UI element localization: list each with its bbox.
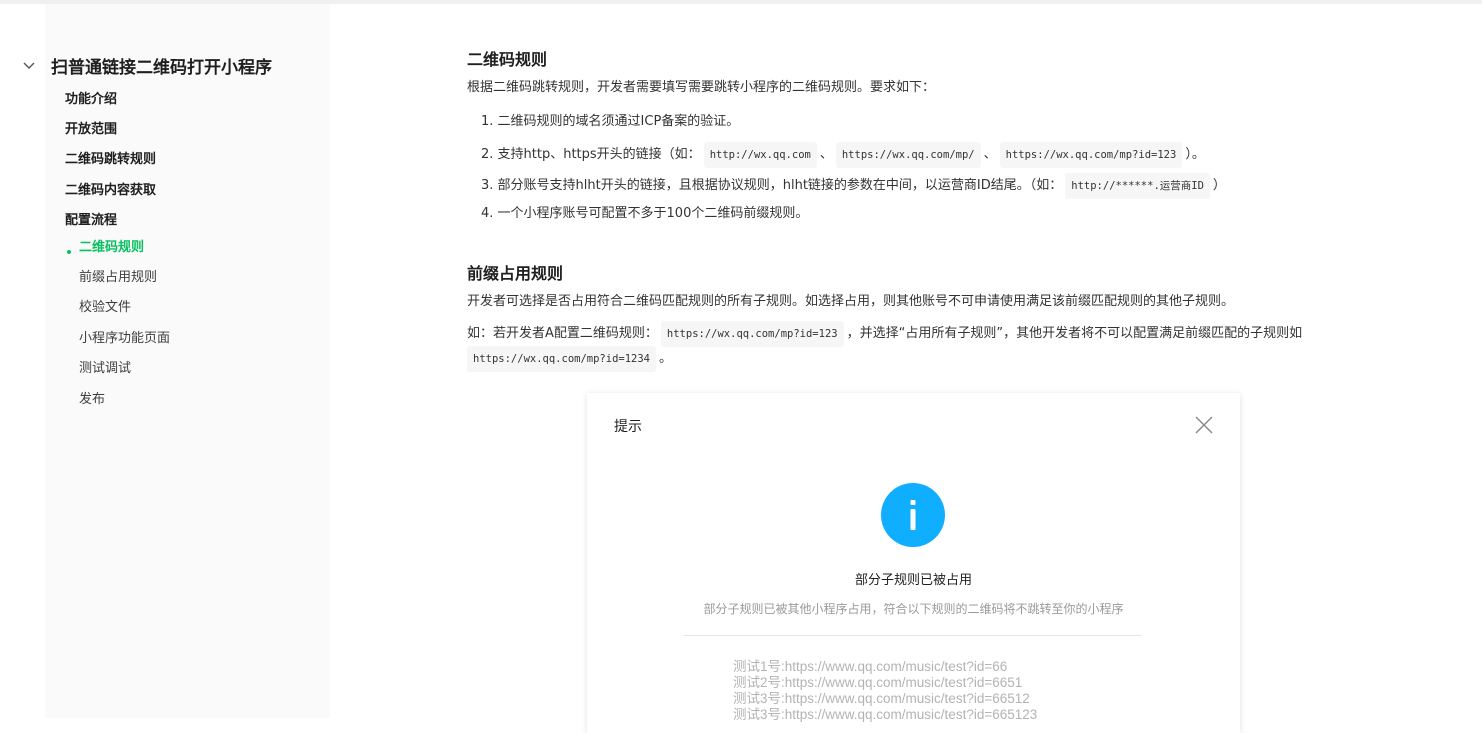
sidebar-item-prefix-rules[interactable]: 前缀占用规则 [79,270,157,286]
list-item: 测试2号:https://www.qq.com/music/test?id=66… [733,675,1023,690]
sidebar-item-miniapp-page[interactable]: 小程序功能页面 [79,331,170,347]
sidebar-item-redirect-rules[interactable]: 二维码跳转规则 [65,152,156,168]
code-snippet: https://wx.qq.com/mp/ [835,142,981,168]
chevron-down-icon[interactable] [22,59,36,73]
sidebar-item-publish[interactable]: 发布 [79,392,105,408]
prompt-dialog: 提示 部分子规则已被占用 部分子规则已被其他小程序占用，符合以下规则的二维码将不… [587,393,1240,733]
close-icon[interactable] [1194,415,1214,435]
toc-title[interactable]: 扫普通链接二维码打开小程序 [51,53,272,78]
sidebar-toc: 扫普通链接二维码打开小程序 功能介绍 开放范围 二维码跳转规则 二维码内容获取 … [0,4,330,718]
separator: 、 [819,147,833,162]
prefix-rules-para: 开发者可选择是否占用符合二维码匹配规则的所有子规则。如选择占用，则其他账号不可申… [467,294,1235,309]
info-icon [881,483,945,547]
sidebar-item-testing[interactable]: 测试调试 [79,361,131,377]
sidebar-item-content-fetch[interactable]: 二维码内容获取 [65,183,156,199]
list-item-text: 3. 部分账号支持hlht开头的链接，且根据协议规则，hlht链接的参数在中间，… [481,178,1063,193]
divider [684,635,1142,636]
list-item: 4. 一个小程序账号可配置不多于100个二维码前缀规则。 [481,204,808,224]
dialog-headline: 部分子规则已被占用 [854,573,972,588]
list-item-suffix: ）。 [1185,147,1205,162]
sidebar-item-scope[interactable]: 开放范围 [65,122,117,138]
prefix-rules-example-cont: https://wx.qq.com/mp?id=1234 。 [467,346,672,372]
list-item: 测试3号:https://www.qq.com/music/test?id=66… [733,707,1038,722]
code-snippet: https://wx.qq.com/mp?id=123 [999,142,1183,168]
list-item-text: 1. 二维码规则的域名须通过ICP备案的验证。 [481,114,740,129]
occupied-rule-list: 测试1号:https://www.qq.com/music/test?id=66… [733,659,1037,723]
code-snippet: https://wx.qq.com/mp?id=1234 [467,346,657,372]
list-item: 2. 支持http、https开头的链接（如： http://wx.qq.com… [481,142,1205,168]
dialog-title: 提示 [614,419,642,435]
example-middle: ，并选择“占用所有子规则”，其他开发者将不可以配置满足前缀匹配的子规则如 [846,326,1303,341]
toc-header[interactable]: 扫普通链接二维码打开小程序 [22,53,272,78]
heading-qr-rules: 二维码规则 [467,50,548,69]
list-item-suffix: ） [1212,178,1226,193]
code-snippet: http://******.运营商ID [1065,173,1210,199]
heading-prefix-rules: 前缀占用规则 [467,264,564,283]
dialog-description: 部分子规则已被其他小程序占用，符合以下规则的二维码将不跳转至你的小程序 [703,602,1124,616]
list-item: 3. 部分账号支持hlht开头的链接，且根据协议规则，hlht链接的参数在中间，… [481,173,1226,199]
sidebar-item-config-flow[interactable]: 配置流程 [65,213,117,229]
list-item: 测试3号:https://www.qq.com/music/test?id=66… [733,691,1030,706]
sidebar-item-qr-rules[interactable]: 二维码规则 [79,240,144,256]
sidebar-item-intro[interactable]: 功能介绍 [65,92,117,108]
sidebar-item-verify-file[interactable]: 校验文件 [79,300,131,316]
example-prefix: 如：若开发者A配置二维码规则： [467,326,658,341]
qr-rules-intro: 根据二维码跳转规则，开发者需要填写需要跳转小程序的二维码规则。要求如下： [467,80,936,95]
code-snippet: http://wx.qq.com [703,142,817,168]
list-item: 1. 二维码规则的域名须通过ICP备案的验证。 [481,112,739,132]
active-indicator-dot [67,250,71,254]
list-item: 测试1号:https://www.qq.com/music/test?id=66 [733,659,1008,674]
separator: 、 [983,147,997,162]
example-suffix: 。 [659,351,673,366]
list-item-text: 2. 支持http、https开头的链接（如： [481,147,701,162]
list-item-text: 4. 一个小程序账号可配置不多于100个二维码前缀规则。 [481,206,809,221]
code-snippet: https://wx.qq.com/mp?id=123 [660,321,844,347]
prefix-rules-example: 如：若开发者A配置二维码规则： https://wx.qq.com/mp?id=… [467,321,1302,347]
